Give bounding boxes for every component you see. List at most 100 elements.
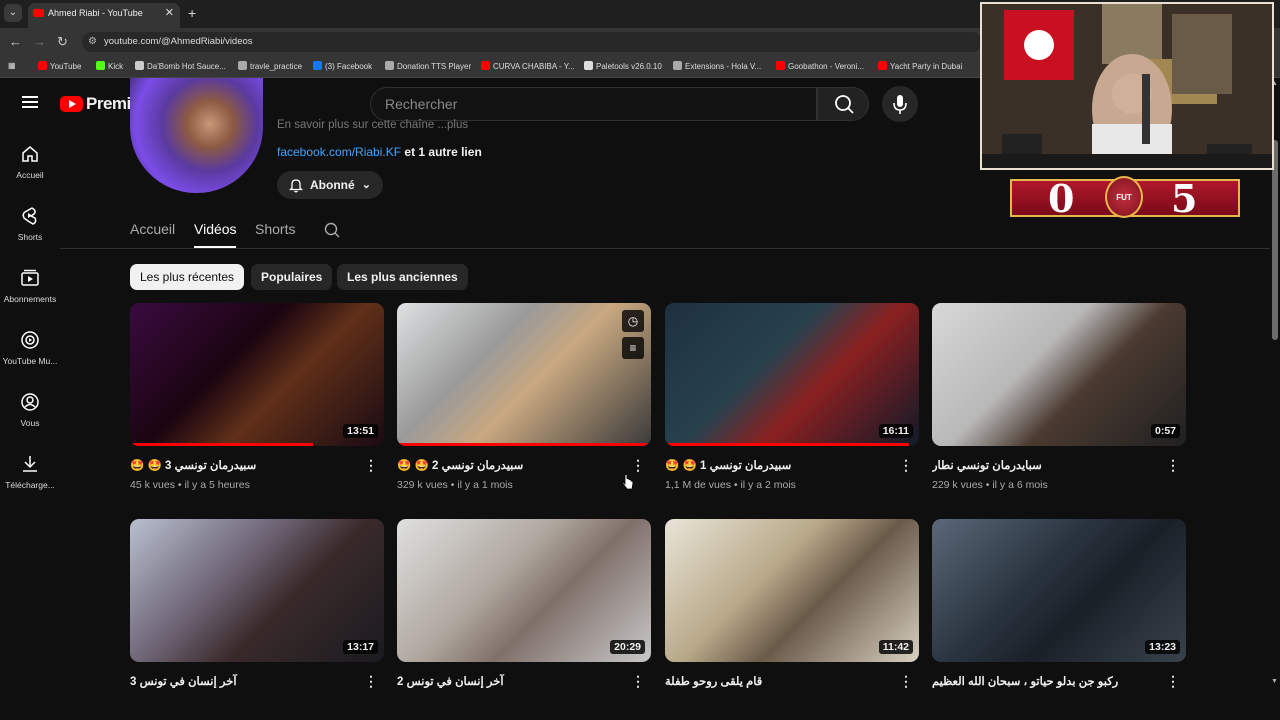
- bookmark-label: travle_practice: [250, 62, 303, 71]
- video-card[interactable]: 13:23 ركبو جن بدلو حياتو ، سبحان الله الع…: [932, 519, 1186, 688]
- more-options-icon[interactable]: ⋮: [1166, 458, 1180, 472]
- video-title[interactable]: آخر إنسان في تونس 2: [397, 674, 627, 688]
- watch-progress-bar: [665, 443, 909, 446]
- bookmark-item[interactable]: Donation TTS Player: [385, 61, 471, 71]
- video-title[interactable]: 🤩 🤩 سبيدرمان تونسي 1: [665, 458, 895, 472]
- youtube-favicon-icon: [33, 9, 44, 17]
- video-card[interactable]: 13:51 🤩 🤩 سبيدرمان تونسي 3 45 k vues • il …: [130, 303, 384, 491]
- video-title[interactable]: ركبو جن بدلو حياتو ، سبحان الله العظيم: [932, 674, 1162, 688]
- bookmark-label: (3) Facebook: [325, 62, 373, 71]
- hamburger-menu-icon[interactable]: [22, 96, 38, 108]
- more-options-icon[interactable]: ⋮: [899, 674, 913, 688]
- video-card[interactable]: 16:11 🤩 🤩 سبيدرمان تونسي 1 1,1 M de vues •…: [665, 303, 919, 491]
- bookmark-item[interactable]: Goobathon - Veroni...: [776, 61, 864, 71]
- video-title[interactable]: آخر إنسان في تونس 3: [130, 674, 360, 688]
- video-card[interactable]: 20:29 آخر إنسان في تونس 2 ⋮: [397, 519, 651, 688]
- site-info-icon[interactable]: ⚙: [88, 32, 97, 52]
- video-thumbnail[interactable]: 11:42: [665, 519, 919, 662]
- video-duration: 13:23: [1145, 640, 1180, 654]
- queue-icon[interactable]: ≡: [622, 337, 644, 359]
- address-bar[interactable]: ⚙ youtube.com/@AhmedRiabi/videos: [82, 32, 982, 52]
- more-options-icon[interactable]: ⋮: [364, 674, 378, 688]
- video-card[interactable]: 13:17 آخر إنسان في تونس 3 ⋮: [130, 519, 384, 688]
- bookmark-item[interactable]: (3) Facebook: [313, 61, 372, 71]
- bookmark-item[interactable]: Paletools v26.0.10: [584, 61, 662, 71]
- chip-latest[interactable]: Les plus récentes: [130, 264, 245, 290]
- video-title[interactable]: قام يلقى روحو طفلة: [665, 674, 895, 688]
- video-thumbnail[interactable]: 13:51: [130, 303, 384, 446]
- forward-arrow-icon[interactable]: →: [33, 34, 46, 49]
- sidebar-item-music[interactable]: YouTube Mu...: [0, 330, 60, 366]
- view-count: 1,1 M de vues: [665, 479, 731, 491]
- more-options-icon[interactable]: ⋮: [1166, 674, 1180, 688]
- tab-shorts[interactable]: Shorts: [255, 221, 295, 237]
- scrollbar-thumb[interactable]: [1272, 140, 1278, 340]
- sidebar-item-you[interactable]: Vous: [0, 392, 60, 428]
- sidebar-item-label: Abonnements: [3, 294, 57, 304]
- video-card[interactable]: 0:57 سبايدرمان تونسي نطار 229 k vues • il …: [932, 303, 1186, 491]
- reload-icon[interactable]: ↻: [57, 34, 68, 50]
- upload-age: il y a 6 mois: [992, 479, 1048, 491]
- sidebar-item-home[interactable]: Accueil: [0, 144, 60, 180]
- bookmark-item[interactable]: CURVA CHABIBA - Y...: [481, 61, 575, 71]
- voice-search-button[interactable]: [882, 86, 918, 122]
- apps-grid-icon[interactable]: ▦: [8, 61, 16, 70]
- more-links[interactable]: et 1 autre lien: [404, 145, 481, 159]
- more-options-icon[interactable]: ⋮: [899, 458, 913, 472]
- bookmark-item[interactable]: Extensions - Hola V...: [673, 61, 761, 71]
- channel-links[interactable]: facebook.com/Riabi.KF et 1 autre lien: [277, 145, 482, 159]
- new-tab-button[interactable]: +: [188, 5, 196, 21]
- sidebar-item-shorts[interactable]: Shorts: [0, 206, 60, 242]
- sidebar-item-downloads[interactable]: Télécharge...: [0, 454, 60, 490]
- tab-close-icon[interactable]: ✕: [165, 3, 174, 24]
- bookmark-favicon-icon: [776, 61, 785, 70]
- tab-search-dropdown[interactable]: ⌄: [4, 4, 22, 22]
- bookmark-item[interactable]: travle_practice: [238, 61, 302, 71]
- sidebar-item-subscriptions[interactable]: Abonnements: [0, 268, 60, 304]
- upload-age: il y a 1 mois: [457, 479, 513, 491]
- channel-link[interactable]: facebook.com/Riabi.KF: [277, 145, 401, 159]
- score-away: 5: [1171, 176, 1198, 221]
- scroll-down-arrow-icon[interactable]: ▼: [1271, 678, 1278, 685]
- bookmark-item[interactable]: Kick: [96, 61, 123, 71]
- clock-icon[interactable]: ◷: [622, 310, 644, 332]
- back-arrow-icon[interactable]: ←: [9, 34, 22, 49]
- more-options-icon[interactable]: ⋮: [364, 458, 378, 472]
- search-button[interactable]: [817, 87, 869, 121]
- bookmark-item[interactable]: Da'Bomb Hot Sauce...: [135, 61, 226, 71]
- tab-videos[interactable]: Vidéos: [194, 221, 237, 237]
- more-options-icon[interactable]: ⋮: [631, 674, 645, 688]
- score-home: 0: [1048, 176, 1075, 221]
- upload-age: il y a 2 mois: [740, 479, 796, 491]
- video-card[interactable]: ◷ ≡ 🤩 🤩 سبيدرمان تونسي 2 329 k vues • il y …: [397, 303, 651, 491]
- video-title[interactable]: 🤩 🤩 سبيدرمان تونسي 3: [130, 458, 360, 472]
- channel-avatar[interactable]: [130, 78, 263, 193]
- youtube-logo-icon[interactable]: [60, 96, 83, 112]
- view-count: 45 k vues: [130, 479, 175, 491]
- video-thumbnail[interactable]: ◷ ≡: [397, 303, 651, 446]
- bottom-strip: [0, 688, 1280, 720]
- channel-search-button[interactable]: [323, 221, 341, 242]
- bookmark-item[interactable]: Yacht Party in Dubai: [878, 61, 962, 71]
- tab-home[interactable]: Accueil: [130, 221, 175, 237]
- video-thumbnail[interactable]: 13:23: [932, 519, 1186, 662]
- video-metadata: 229 k vues • il y a 6 mois: [932, 479, 1048, 491]
- video-thumbnail[interactable]: 20:29: [397, 519, 651, 662]
- bookmark-item[interactable]: YouTube: [38, 61, 81, 71]
- chip-popular[interactable]: Populaires: [251, 264, 333, 290]
- home-icon: [22, 146, 38, 162]
- video-thumbnail[interactable]: 0:57: [932, 303, 1186, 446]
- chip-oldest[interactable]: Les plus anciennes: [337, 264, 468, 290]
- browser-tab[interactable]: Ahmed Riabi - YouTube ✕: [28, 3, 180, 28]
- video-title[interactable]: سبايدرمان تونسي نطار: [932, 458, 1162, 472]
- sidebar-item-label: Shorts: [17, 232, 43, 242]
- subscribed-button[interactable]: Abonné ⌄: [277, 171, 383, 199]
- more-options-icon[interactable]: ⋮: [631, 458, 645, 472]
- video-thumbnail[interactable]: 16:11: [665, 303, 919, 446]
- video-thumbnail[interactable]: 13:17: [130, 519, 384, 662]
- channel-description[interactable]: En savoir plus sur cette chaîne ...plus: [277, 119, 468, 131]
- video-card[interactable]: 11:42 قام يلقى روحو طفلة ⋮: [665, 519, 919, 688]
- search-input[interactable]: Rechercher: [370, 87, 817, 121]
- video-duration: 0:57: [1150, 424, 1180, 438]
- video-title[interactable]: 🤩 🤩 سبيدرمان تونسي 2: [397, 458, 627, 472]
